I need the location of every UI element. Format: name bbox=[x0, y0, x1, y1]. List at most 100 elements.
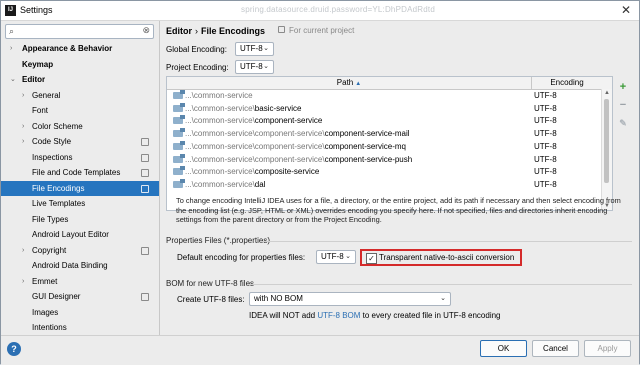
sidebar-item-label: Inspections bbox=[32, 152, 73, 162]
sidebar-item[interactable]: Inspections bbox=[1, 150, 159, 166]
encoding-cell[interactable]: UTF-8 bbox=[534, 166, 557, 179]
sidebar-item-label: Images bbox=[32, 307, 59, 317]
expand-arrow-icon[interactable]: › bbox=[22, 274, 24, 290]
apply-button[interactable]: Apply bbox=[584, 340, 631, 357]
encoding-cell[interactable]: UTF-8 bbox=[534, 128, 557, 141]
table-row[interactable]: ...\common-service\dal UTF-8 bbox=[167, 178, 603, 192]
sidebar-item[interactable]: ⌄ Editor bbox=[1, 72, 159, 88]
collapse-arrow-icon[interactable]: ⌄ bbox=[10, 72, 16, 88]
bom-select[interactable]: with NO BOM ⌄ bbox=[249, 292, 451, 306]
sidebar-item[interactable]: GUI Designer bbox=[1, 289, 159, 305]
utf8-bom-link[interactable]: UTF-8 BOM bbox=[317, 311, 360, 320]
close-icon[interactable]: ✕ bbox=[621, 3, 631, 17]
ok-button[interactable]: OK bbox=[480, 340, 527, 357]
path-cell: ...\common-service\dal bbox=[173, 178, 265, 192]
chevron-down-icon: ⌄ bbox=[263, 45, 269, 52]
sidebar-item[interactable]: Keymap bbox=[1, 57, 159, 73]
table-row[interactable]: ...\common-service\basic-service UTF-8 bbox=[167, 102, 603, 116]
sidebar-item[interactable]: Android Data Binding bbox=[1, 258, 159, 274]
sidebar-item-label: Font bbox=[32, 106, 49, 115]
properties-encoding-select[interactable]: UTF-8 ⌄ bbox=[316, 250, 356, 264]
help-icon[interactable]: ? bbox=[7, 342, 21, 356]
table-row[interactable]: ...\common-service\component-service UTF-… bbox=[167, 115, 603, 128]
expand-arrow-icon[interactable]: › bbox=[22, 243, 24, 259]
sidebar-item-label: Android Data Binding bbox=[32, 261, 108, 270]
table-row[interactable]: ...\common-service\component-service\com… bbox=[167, 128, 603, 141]
scrollbar-thumb[interactable] bbox=[604, 99, 609, 183]
encoding-cell[interactable]: UTF-8 bbox=[534, 154, 557, 167]
remove-icon[interactable]: − bbox=[617, 99, 629, 111]
sidebar-item[interactable]: Font bbox=[1, 103, 159, 119]
sidebar-item-label: File Encodings bbox=[32, 183, 85, 193]
column-header-path[interactable]: Path ▲ bbox=[167, 77, 532, 89]
path-prefix: ...\common-service\ bbox=[185, 167, 255, 177]
expand-arrow-icon[interactable]: › bbox=[22, 119, 24, 135]
bom-note: IDEA will NOT add UTF-8 BOM to every cre… bbox=[249, 311, 501, 320]
path-name: component-service-push bbox=[324, 154, 413, 164]
sidebar-item-label: Keymap bbox=[22, 59, 54, 69]
sidebar-item[interactable]: › General bbox=[1, 88, 159, 104]
for-current-project-note: For current project bbox=[278, 26, 354, 35]
title-bar: IJ Settings spring.datasource.druid.pass… bbox=[1, 1, 639, 21]
table-row[interactable]: ...\common-service\component-service\com… bbox=[167, 140, 603, 154]
transparent-conversion-checkbox[interactable]: ✓ bbox=[366, 253, 377, 264]
expand-arrow-icon[interactable]: › bbox=[22, 134, 24, 150]
project-scope-icon bbox=[141, 246, 149, 255]
expand-arrow-icon[interactable]: › bbox=[10, 41, 12, 57]
global-encoding-select[interactable]: UTF-8 ⌄ bbox=[235, 42, 274, 56]
sidebar-item[interactable]: File Types bbox=[1, 212, 159, 228]
intellij-app-icon: IJ bbox=[5, 5, 16, 16]
default-properties-encoding-label: Default encoding for properties files: bbox=[177, 253, 306, 262]
sidebar-item-label: Android Layout Editor bbox=[32, 230, 109, 239]
path-prefix: ...\common-service\component-service\ bbox=[185, 141, 325, 151]
encoding-cell[interactable]: UTF-8 bbox=[534, 103, 557, 116]
sidebar-item[interactable]: File and Code Templates bbox=[1, 165, 159, 181]
column-header-encoding[interactable]: Encoding bbox=[532, 77, 602, 89]
table-row[interactable]: ...\common-service\composite-service UTF-… bbox=[167, 166, 603, 179]
properties-divider bbox=[262, 241, 632, 242]
search-input[interactable] bbox=[22, 26, 137, 37]
clear-search-icon[interactable]: ⊗ bbox=[142, 25, 150, 36]
expand-arrow-icon[interactable]: › bbox=[22, 88, 24, 104]
sidebar-item[interactable]: File Encodings bbox=[1, 180, 159, 196]
encoding-cell[interactable]: UTF-8 bbox=[534, 179, 557, 192]
bom-section-title: BOM for new UTF-8 files bbox=[166, 279, 255, 288]
sidebar-item[interactable]: Android Layout Editor bbox=[1, 227, 159, 243]
sidebar-item[interactable]: › Color Scheme bbox=[1, 119, 159, 135]
encoding-cell[interactable]: UTF-8 bbox=[534, 90, 557, 103]
sidebar-item[interactable]: › Code Style bbox=[1, 134, 159, 150]
edit-pencil-icon[interactable]: ✎ bbox=[617, 117, 629, 129]
table-toolbar: + − ✎ bbox=[617, 81, 631, 135]
sidebar-item[interactable]: › Emmet bbox=[1, 274, 159, 290]
sidebar-item[interactable]: › Copyright bbox=[1, 243, 159, 259]
path-name: composite-service bbox=[254, 167, 320, 177]
encoding-cell[interactable]: UTF-8 bbox=[534, 115, 557, 128]
project-encoding-select[interactable]: UTF-8 ⌄ bbox=[235, 60, 274, 74]
module-folder-icon bbox=[173, 128, 185, 138]
sidebar-item[interactable]: Images bbox=[1, 305, 159, 321]
table-row[interactable]: ...\common-service\component-service\com… bbox=[167, 153, 603, 167]
encoding-cell[interactable]: UTF-8 bbox=[534, 141, 557, 154]
sidebar-item[interactable]: Intentions bbox=[1, 320, 159, 336]
cancel-button[interactable]: Cancel bbox=[532, 340, 579, 357]
transparent-conversion-label[interactable]: Transparent native-to-ascii conversion bbox=[379, 253, 514, 262]
path-prefix: ...\common-service\ bbox=[185, 103, 255, 113]
create-utf8-label: Create UTF-8 files: bbox=[177, 295, 245, 304]
sidebar-item-label: Appearance & Behavior bbox=[22, 44, 113, 53]
table-scrollbar[interactable]: ▲ ▼ bbox=[601, 89, 612, 210]
encodings-table[interactable]: Path ▲ Encoding ...\common-service UTF-8..… bbox=[166, 76, 613, 211]
sidebar-item[interactable]: Live Templates bbox=[1, 196, 159, 212]
file-encodings-panel: Editor › File Encodings For current projec… bbox=[160, 21, 639, 335]
sidebar-item-label: File and Code Templates bbox=[32, 168, 121, 177]
sidebar-item[interactable]: › Appearance & Behavior bbox=[1, 41, 159, 57]
path-column-label: Path bbox=[336, 78, 354, 87]
scroll-up-icon[interactable]: ▲ bbox=[604, 90, 610, 96]
table-row[interactable]: ...\common-service UTF-8 bbox=[167, 90, 603, 103]
path-cell: ...\common-service\component-service bbox=[173, 115, 322, 128]
settings-search[interactable]: ⌕ ⊗ bbox=[5, 24, 154, 39]
sidebar-item-label: Copyright bbox=[32, 245, 67, 255]
add-icon[interactable]: + bbox=[617, 81, 629, 93]
project-scope-icon bbox=[141, 138, 149, 146]
project-encoding-label: Project Encoding: bbox=[166, 63, 229, 72]
for-current-project-label: For current project bbox=[289, 26, 355, 35]
